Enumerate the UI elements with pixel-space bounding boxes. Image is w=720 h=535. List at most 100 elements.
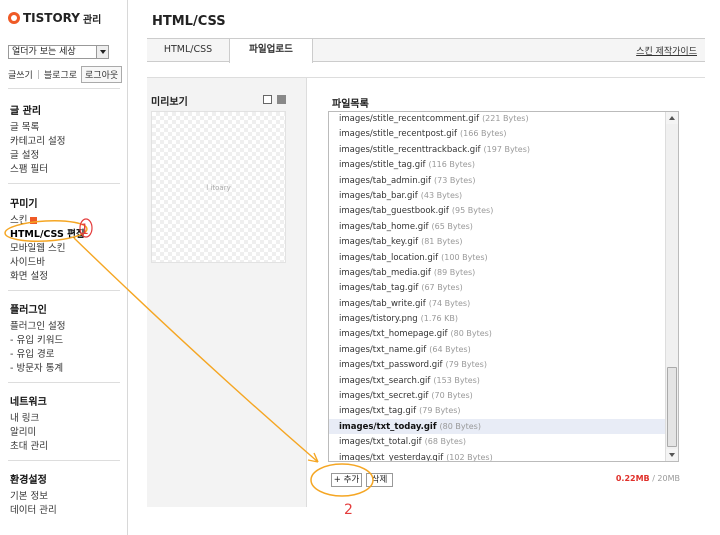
file-row[interactable]: images/txt_yesterday.gif (102 Bytes) [329,450,666,462]
file-name: images/txt_password.gif [339,360,443,371]
sidebar-item-sidebar[interactable]: 사이드바 [10,256,85,270]
file-row[interactable]: images/stitle_tag.gif (116 Bytes) [329,157,666,172]
file-row[interactable]: images/txt_password.gif (79 Bytes) [329,357,666,372]
sidebar-item-inflow-path[interactable]: - 유입 경로 [10,348,65,362]
file-size: (43 Bytes) [420,190,463,200]
file-row[interactable]: images/txt_search.gif (153 Bytes) [329,373,666,388]
section-title: 꾸미기 [10,199,38,210]
sidebar-item-basic-info[interactable]: 기본 정보 [10,490,57,504]
section-decorate: 꾸미기 스킨 HTML/CSS 편집 모바일웹 스킨 사이드바 화면 설정 [10,195,85,284]
sidebar-item-skin[interactable]: 스킨 [10,214,85,228]
file-row[interactable]: images/txt_homepage.gif (80 Bytes) [329,326,666,341]
section-title: 환경설정 [10,475,47,486]
file-row[interactable]: images/tab_key.gif (81 Bytes) [329,234,666,249]
file-name: images/tab_media.gif [339,267,431,278]
sidebar-item-data-management[interactable]: 데이터 관리 [10,504,57,518]
scroll-thumb[interactable] [667,367,677,447]
sidebar-item-spam-filter[interactable]: 스팸 필터 [10,163,65,177]
file-name: images/tab_tag.gif [339,283,419,294]
view-light-icon[interactable] [263,95,272,104]
file-row[interactable]: images/stitle_recentpost.gif (166 Bytes) [329,126,666,141]
write-link[interactable]: 글쓰기 [8,68,33,81]
file-name: images/txt_search.gif [339,375,431,386]
logout-button[interactable]: 로그아웃 [81,66,123,83]
sidebar-divider [8,382,120,383]
file-size: (102 Bytes) [446,452,493,462]
file-row[interactable]: images/tab_admin.gif (73 Bytes) [329,173,666,188]
file-row[interactable]: images/txt_total.gif (68 Bytes) [329,434,666,449]
sidebar-item-plugin-settings[interactable]: 플러그인 설정 [10,320,65,334]
scroll-up-icon[interactable] [666,112,678,124]
blog-select-value: 얼더가 보는 세상 [12,47,76,57]
file-row[interactable]: images/tab_tag.gif (67 Bytes) [329,280,666,295]
file-row[interactable]: images/stitle_recentcomment.gif (221 Byte… [329,112,666,126]
chevron-down-icon[interactable] [96,46,108,58]
sidebar-item-invite-management[interactable]: 초대 관리 [10,440,48,454]
sidebar-item-notifier[interactable]: 알리미 [10,426,48,440]
file-list[interactable]: images/stitle_recentcomment.gif (221 Byte… [328,111,679,462]
sidebar-item-visitor-stats[interactable]: - 방문자 통계 [10,362,65,376]
file-name: images/txt_tag.gif [339,406,417,417]
view-dark-icon[interactable] [277,95,286,104]
file-size: (166 Bytes) [460,129,507,139]
file-size: (65 Bytes) [431,221,473,231]
file-row[interactable]: images/txt_tag.gif (79 Bytes) [329,403,666,418]
section-post-management: 글 관리 글 목록 카테고리 설정 글 설정 스팸 필터 [10,102,65,177]
scrollbar[interactable] [665,112,678,461]
sidebar-item-inflow-keyword[interactable]: - 유입 키워드 [10,334,65,348]
file-items: images/stitle_recentcomment.gif (221 Byte… [329,112,666,462]
sidebar-divider [8,460,120,461]
delete-file-button[interactable]: 삭제 [366,473,393,487]
blog-home-link[interactable]: 블로그로 [44,68,77,81]
sidebar-item-my-links[interactable]: 내 링크 [10,412,48,426]
file-name: images/txt_name.gif [339,344,427,355]
file-row[interactable]: images/tab_location.gif (100 Bytes) [329,250,666,265]
tab-file-upload[interactable]: 파일업로드 [229,39,313,63]
storage-quota: 0.22MB / 20MB [616,474,680,483]
preview-title: 미리보기 [151,97,188,108]
file-size: (64 Bytes) [429,344,471,354]
file-row[interactable]: images/txt_secret.gif (70 Bytes) [329,388,666,403]
sidebar-item-post-settings[interactable]: 글 설정 [10,149,65,163]
file-size: (80 Bytes) [439,421,481,431]
file-row[interactable]: images/tab_home.gif (65 Bytes) [329,219,666,234]
file-size: (79 Bytes) [419,406,461,416]
file-size: (74 Bytes) [428,298,471,308]
tab-html-css[interactable]: HTML/CSS [147,39,229,62]
file-name: images/tab_guestbook.gif [339,206,449,217]
sidebar-divider [8,88,120,89]
file-row[interactable]: images/txt_today.gif (80 Bytes) [329,418,666,435]
file-row[interactable]: images/txt_name.gif (64 Bytes) [329,342,666,357]
file-name: images/stitle_tag.gif [339,160,426,171]
file-name: images/tab_admin.gif [339,175,432,186]
sidebar-item-html-css-edit[interactable]: HTML/CSS 편집 [10,228,85,242]
file-name: images/txt_today.gif [339,421,437,432]
quick-links: 글쓰기 | 블로그로 로그아웃 [8,66,123,83]
sidebar-item-post-list[interactable]: 글 목록 [10,121,65,135]
file-row[interactable]: images/tab_media.gif (89 Bytes) [329,265,666,280]
section-title: 플러그인 [10,305,47,316]
sidebar-item-category-settings[interactable]: 카테고리 설정 [10,135,65,149]
scroll-down-icon[interactable] [666,449,678,461]
file-row[interactable]: images/tab_bar.gif (43 Bytes) [329,188,666,203]
new-badge-icon [30,217,38,224]
sidebar: TISTORY 관리 얼더가 보는 세상 글쓰기 | 블로그로 로그아웃 글 관… [0,0,128,535]
blog-select[interactable]: 얼더가 보는 세상 [8,45,109,59]
file-size: (67 Bytes) [421,283,463,293]
file-size: (70 Bytes) [431,391,473,401]
tistory-logo[interactable]: TISTORY 관리 [8,10,101,26]
section-plugin: 플러그인 플러그인 설정 - 유입 키워드 - 유입 경로 - 방문자 통계 [10,301,65,376]
quota-used: 0.22MB [615,474,650,483]
skin-guide-link[interactable]: 스킨 제작가이드 [636,44,697,57]
file-size: (95 Bytes) [451,206,494,216]
file-row[interactable]: images/tab_guestbook.gif (95 Bytes) [329,203,666,218]
sidebar-item-screen-settings[interactable]: 화면 설정 [10,270,85,284]
sidebar-item-mobile-skin[interactable]: 모바일웹 스킨 [10,242,85,256]
file-name: images/stitle_recentpost.gif [339,129,458,140]
file-row[interactable]: images/tab_write.gif (74 Bytes) [329,296,666,311]
logo-brand: TISTORY [23,11,80,25]
file-size: (221 Bytes) [482,114,529,123]
file-row[interactable]: images/stitle_recenttrackback.gif (197 By… [329,142,666,157]
file-row[interactable]: images/tistory.png (1.76 KB) [329,311,666,326]
add-file-button[interactable]: + 추가 [331,473,362,487]
